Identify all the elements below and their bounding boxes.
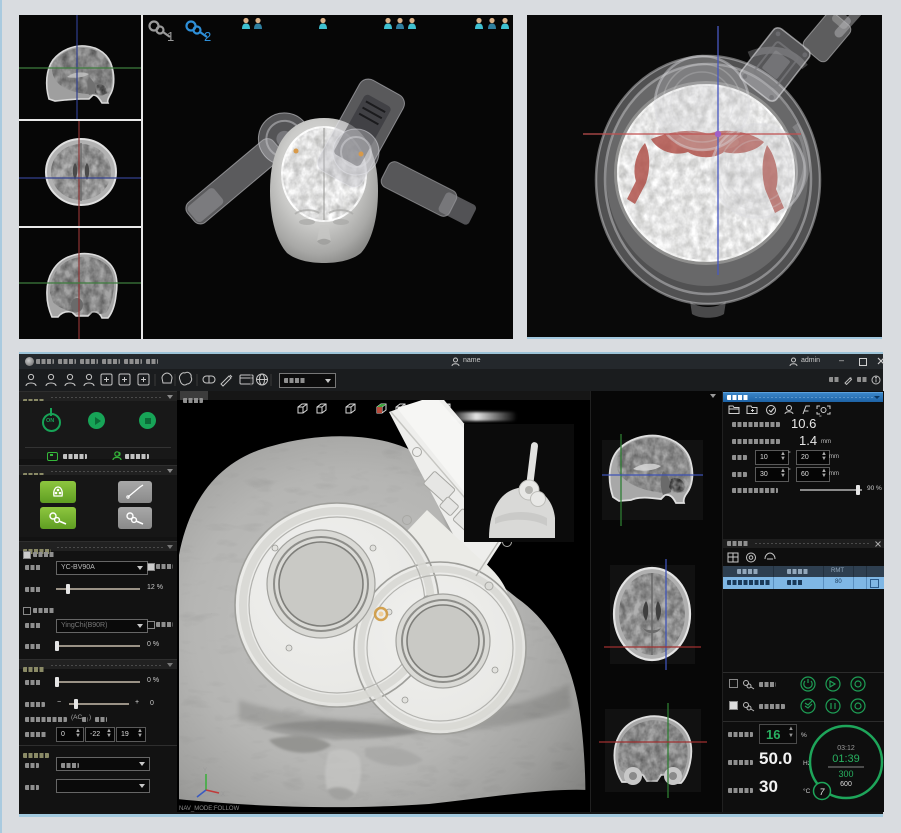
svg-text:2: 2 [204,29,211,44]
svg-text:03:12: 03:12 [837,745,855,752]
svg-text:NAV_MODE:FOLLOW: NAV_MODE:FOLLOW [179,806,240,812]
svg-text:Y: Y [203,768,207,774]
svg-text:01:39: 01:39 [832,753,860,765]
svg-text:X: X [221,792,225,798]
svg-text:600: 600 [840,781,852,788]
svg-text:300: 300 [838,769,853,779]
svg-text:1: 1 [167,29,174,44]
